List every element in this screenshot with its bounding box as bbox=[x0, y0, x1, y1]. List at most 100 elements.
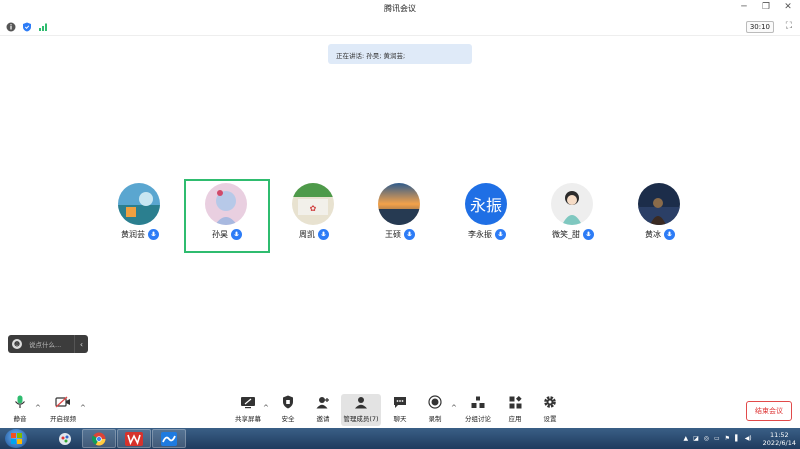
wps-icon bbox=[125, 431, 143, 446]
participant-name: 黄润芸 bbox=[121, 230, 145, 239]
participant-tile[interactable]: 永振 李永振 bbox=[444, 179, 530, 253]
meeting-toolbar: 静音 ^ 开启视频 ^ 共享屏幕 ^ 安全 邀请 管理成员(7) 聊天 录制 ^… bbox=[0, 392, 800, 428]
participant-name: 黄冰 bbox=[645, 230, 661, 239]
paint-icon bbox=[59, 432, 71, 445]
chevron-up-icon[interactable]: ^ bbox=[35, 404, 41, 412]
invite-button[interactable]: 邀请 bbox=[313, 394, 333, 426]
chevron-up-icon[interactable]: ^ bbox=[263, 404, 269, 412]
meeting-timer: 30:10 bbox=[745, 21, 774, 33]
mic-icon bbox=[583, 229, 594, 240]
participant-name: 王硕 bbox=[385, 230, 401, 239]
mic-icon bbox=[148, 229, 159, 240]
collapse-icon[interactable]: ‹ bbox=[74, 335, 88, 353]
record-label: 录制 bbox=[428, 415, 442, 423]
chevron-up-icon[interactable]: ^ bbox=[80, 404, 86, 412]
participant-name: 周凯 bbox=[299, 230, 315, 239]
battery-icon[interactable]: ▭ bbox=[714, 435, 720, 442]
tencent-meeting-tray-icon[interactable]: ◪ bbox=[693, 435, 699, 442]
participant-tile[interactable]: 黄润芸 bbox=[97, 179, 183, 253]
mute-label: 静音 bbox=[13, 415, 27, 423]
participant-name: 微笑_甜 bbox=[552, 230, 580, 239]
participant-tile[interactable]: 王硕 bbox=[357, 179, 443, 253]
taskbar-app-chrome[interactable] bbox=[82, 429, 116, 448]
info-icon[interactable] bbox=[6, 22, 16, 32]
os-taskbar: ▲ ◪ ◎ ▭ ⚑ ▌ ◀) 11:52 2022/6/14 bbox=[0, 428, 800, 449]
speaking-banner: 正在讲话: 孙昊; 黄润芸; bbox=[328, 44, 472, 64]
security-button[interactable]: 安全 bbox=[278, 394, 298, 426]
settings-button[interactable]: 设置 bbox=[540, 394, 560, 426]
flag-icon[interactable]: ⚑ bbox=[725, 435, 730, 442]
avatar: ✿ bbox=[292, 183, 334, 225]
participant-tile[interactable]: 微笑_甜 bbox=[530, 179, 616, 253]
settings-label: 设置 bbox=[543, 415, 557, 423]
start-video-button[interactable]: 开启视频 bbox=[46, 394, 80, 426]
speaking-label: 正在讲话: bbox=[336, 52, 365, 60]
participant-name: 李永振 bbox=[468, 230, 492, 239]
minimize-icon[interactable]: ─ bbox=[738, 2, 750, 12]
network-icon[interactable]: ▌ bbox=[735, 435, 740, 442]
apps-button[interactable]: 应用 bbox=[505, 394, 525, 426]
avatar bbox=[205, 183, 247, 225]
share-label: 共享屏幕 bbox=[235, 415, 261, 423]
show-hidden-icons[interactable]: ▲ bbox=[683, 435, 688, 442]
gear-icon bbox=[541, 394, 559, 410]
mic-icon bbox=[231, 229, 242, 240]
fullscreen-icon[interactable]: ⛶ bbox=[786, 21, 792, 31]
shield-icon[interactable] bbox=[22, 22, 32, 32]
record-icon bbox=[426, 394, 444, 410]
mic-icon bbox=[404, 229, 415, 240]
taskbar-app-wps[interactable] bbox=[117, 429, 151, 448]
avatar bbox=[551, 183, 593, 225]
shield-icon bbox=[279, 394, 297, 410]
video-off-icon bbox=[54, 394, 72, 410]
breakout-icon bbox=[469, 394, 487, 410]
taskbar-app-paint[interactable] bbox=[48, 429, 82, 448]
avatar-text: 永振 bbox=[465, 183, 507, 225]
chat-icon bbox=[391, 394, 409, 410]
record-button[interactable]: 录制 bbox=[425, 394, 445, 426]
share-screen-button[interactable]: 共享屏幕 bbox=[232, 394, 264, 426]
video-label: 开启视频 bbox=[50, 415, 76, 423]
clock-time: 11:52 bbox=[769, 430, 789, 439]
mute-button[interactable]: 静音 bbox=[8, 394, 32, 426]
chevron-up-icon[interactable]: ^ bbox=[451, 404, 457, 412]
clock-date: 2022/6/14 bbox=[762, 438, 796, 447]
add-user-icon bbox=[314, 394, 332, 410]
apps-icon bbox=[506, 394, 524, 410]
avatar bbox=[378, 183, 420, 225]
restore-icon[interactable]: ❐ bbox=[760, 2, 772, 12]
volume-icon[interactable]: ◀) bbox=[745, 435, 752, 442]
emoji-icon[interactable]: ☻ bbox=[12, 339, 22, 349]
invite-label: 邀请 bbox=[316, 415, 330, 423]
taskbar-app-tencent-meeting[interactable] bbox=[152, 429, 186, 448]
wechat-icon[interactable]: ◎ bbox=[704, 435, 709, 442]
avatar bbox=[118, 183, 160, 225]
speaking-names: 孙昊; 黄润芸; bbox=[366, 52, 406, 60]
participant-name: 孙昊 bbox=[212, 230, 228, 239]
apps-label: 应用 bbox=[508, 415, 522, 423]
security-label: 安全 bbox=[281, 415, 295, 423]
participant-tile[interactable]: ✿ 周凯 bbox=[271, 179, 357, 253]
tencent-meeting-icon bbox=[161, 431, 177, 446]
clock[interactable]: 11:52 2022/6/14 bbox=[763, 431, 796, 447]
signal-icon[interactable] bbox=[38, 22, 48, 32]
microphone-icon bbox=[11, 394, 29, 410]
title-bar: 腾讯会议 ─ ❐ ✕ bbox=[0, 0, 800, 18]
mic-icon bbox=[495, 229, 506, 240]
participant-tile[interactable]: 黄冰 bbox=[617, 179, 703, 253]
members-label: 管理成员(7) bbox=[343, 415, 379, 423]
mic-icon bbox=[664, 229, 675, 240]
start-button[interactable] bbox=[5, 429, 27, 448]
manage-members-button[interactable]: 管理成员(7) bbox=[341, 394, 381, 426]
svg-text:✿: ✿ bbox=[310, 204, 317, 213]
participant-tile-active[interactable]: 孙昊 bbox=[184, 179, 270, 253]
breakout-rooms-button[interactable]: 分组讨论 bbox=[463, 394, 493, 426]
close-icon[interactable]: ✕ bbox=[782, 2, 794, 12]
members-icon bbox=[352, 394, 370, 410]
chat-button[interactable]: 聊天 bbox=[390, 394, 410, 426]
end-meeting-button[interactable]: 结束会议 bbox=[746, 401, 792, 421]
breakout-label: 分组讨论 bbox=[465, 415, 491, 423]
mic-icon bbox=[318, 229, 329, 240]
chat-quick-input[interactable]: ☻ 说点什么... ‹ bbox=[8, 335, 88, 353]
chat-placeholder: 说点什么... bbox=[29, 341, 62, 349]
